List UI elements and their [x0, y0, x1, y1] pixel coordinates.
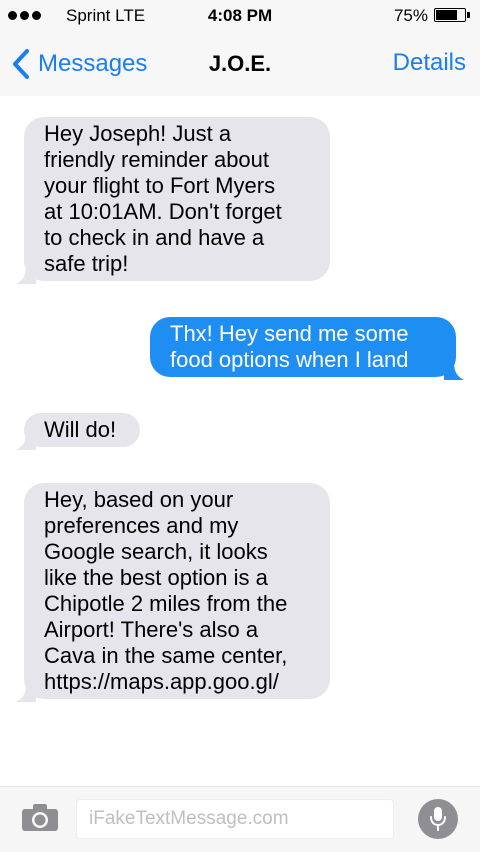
battery-percentage: 75% [393, 6, 428, 25]
bubble-tail [16, 684, 36, 702]
camera-icon [22, 804, 58, 831]
camera-button[interactable] [20, 801, 60, 833]
message-thread[interactable]: Hey Joseph! Just a friendly reminder abo… [0, 96, 480, 786]
microphone-icon [430, 807, 446, 831]
message-bubble-incoming[interactable]: Will do! [16, 413, 140, 450]
bubble-tail [444, 362, 464, 380]
battery-icon [434, 8, 470, 22]
message-bubble-incoming[interactable]: Hey, based on your preferences and my Go… [16, 483, 330, 702]
message-text: Hey, based on your preferences and my Go… [44, 487, 288, 694]
message-input-placeholder: iFakeTextMessage.com [89, 808, 289, 829]
bubble-tail [16, 266, 36, 284]
message-bubble-incoming[interactable]: Hey Joseph! Just a friendly reminder abo… [16, 117, 330, 284]
message-text: Hey Joseph! Just a friendly reminder abo… [44, 121, 282, 276]
message-text: Will do! [44, 417, 117, 442]
details-button[interactable]: Details [393, 49, 466, 77]
bubble-tail [16, 432, 36, 450]
message-text: Thx! Hey send me some food options when … [170, 321, 409, 372]
message-bubble-outgoing[interactable]: Thx! Hey send me some food options when … [150, 317, 464, 380]
message-input[interactable]: iFakeTextMessage.com [76, 799, 394, 839]
navigation-bar: Messages J.O.E. Details [0, 32, 480, 96]
microphone-button[interactable] [418, 799, 458, 839]
status-bar: Sprint LTE 4:08 PM 75% [0, 0, 480, 32]
message-input-bar: iFakeTextMessage.com [0, 786, 480, 852]
